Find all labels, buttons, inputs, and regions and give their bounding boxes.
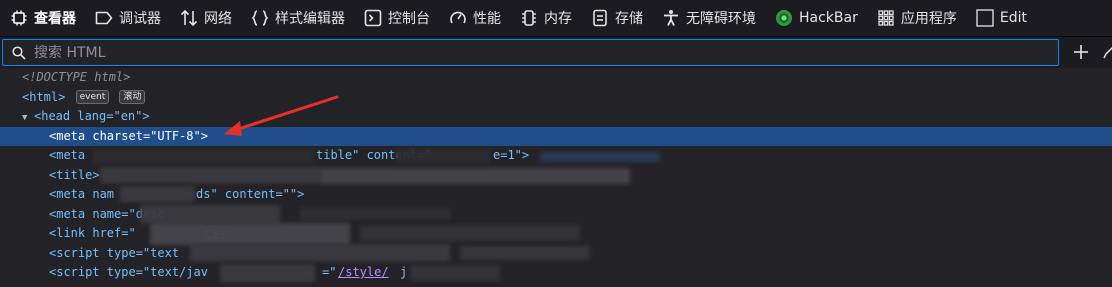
meta-attr-name: charset (92, 128, 143, 143)
title-tag: <title> (49, 167, 100, 182)
meta-attr-eq: =" (142, 128, 158, 143)
tab-label: 性能 (473, 11, 501, 27)
debugger-icon (95, 9, 113, 27)
devtools-toolbar: 查看器 调试器 网络 样式编辑器 控制台 性能 内存 存储 无障碍环境 Hack… (0, 0, 1112, 36)
meta-prefix: <meta (49, 148, 86, 162)
tab-label: 无障碍环境 (686, 11, 756, 27)
storage-icon (591, 9, 609, 27)
console-icon (364, 9, 382, 27)
redaction-blur (300, 208, 450, 220)
redaction-blur (460, 246, 590, 260)
tab-label: HackBar (799, 10, 858, 26)
redaction-blur (100, 167, 320, 183)
tab-label: 存储 (615, 11, 643, 27)
search-html-input[interactable] (32, 43, 1058, 62)
hackbar-icon (775, 9, 793, 27)
meta-suffix-end: e=1"> (493, 148, 530, 162)
tab-memory[interactable]: 内存 (510, 0, 581, 36)
eyedropper-button[interactable] (1102, 42, 1112, 62)
application-icon (877, 9, 895, 27)
tab-debugger[interactable]: 调试器 (85, 0, 170, 36)
redaction-blur (150, 223, 350, 245)
redaction-blur (540, 152, 660, 162)
redaction-blur (93, 148, 313, 164)
accessibility-icon (662, 9, 680, 27)
tab-style-editor[interactable]: 样式编辑器 (241, 0, 354, 36)
search-bar (0, 36, 1112, 68)
redaction-blur (410, 265, 500, 281)
performance-icon (449, 9, 467, 27)
redaction-blur (140, 205, 280, 223)
tab-application[interactable]: 应用程序 (867, 0, 966, 36)
markup-tree: <!DOCTYPE html> <html> event 滚动 ▼ <head l… (0, 68, 1112, 287)
link-prefix: <link href=" (49, 226, 136, 240)
tree-row-meta-charset[interactable]: <meta charset="UTF-8"> (0, 126, 1112, 146)
tab-network[interactable]: 网络 (170, 0, 241, 36)
meta-prefix: <meta nam (49, 187, 115, 201)
script-attr-eq: =" (322, 265, 337, 279)
tab-inspector[interactable]: 查看器 (0, 0, 85, 36)
redaction-blur (220, 264, 315, 282)
tab-label: 样式编辑器 (275, 11, 345, 27)
tab-hackbar[interactable]: HackBar (765, 0, 867, 36)
edit-icon (976, 9, 994, 27)
redaction-blur (360, 225, 580, 241)
redaction-blur (120, 186, 195, 202)
redaction-blur (395, 148, 490, 164)
memory-icon (520, 9, 538, 27)
script-prefix: <script type="text/jav (49, 265, 208, 279)
meta-tag-open: <meta (49, 128, 93, 143)
script-src-link[interactable]: /style/ (338, 263, 389, 283)
inspector-icon (10, 9, 28, 27)
tree-row-script[interactable]: <script type="text/jav ="/style/j (0, 263, 1112, 283)
redaction-blur (320, 168, 630, 184)
tab-performance[interactable]: 性能 (439, 0, 510, 36)
eyedropper-icon (1103, 46, 1112, 59)
add-node-button[interactable] (1070, 41, 1092, 63)
tab-label: 查看器 (34, 11, 76, 27)
tab-label: 应用程序 (900, 11, 957, 27)
search-icon (12, 45, 26, 60)
tab-label: 网络 (204, 11, 232, 27)
tab-label: 内存 (544, 11, 572, 27)
event-badge[interactable]: event (75, 89, 110, 104)
tree-row-doctype[interactable]: <!DOCTYPE html> (0, 68, 1112, 88)
tab-label: 控制台 (388, 11, 430, 27)
meta-tag-close: "> (193, 128, 208, 143)
script-prefix: <script type="text (49, 245, 180, 260)
tab-storage[interactable]: 存储 (581, 0, 652, 36)
scroll-badge[interactable]: 滚动 (119, 89, 146, 104)
tab-edit[interactable]: Edit (966, 0, 1036, 36)
network-icon (180, 9, 198, 27)
script-src-tail: j (400, 265, 408, 279)
head-open-tag: <head lang="en"> (34, 109, 150, 123)
search-field (2, 39, 1059, 66)
meta-suffix: ds" content=""> (196, 187, 305, 201)
tab-label: 调试器 (119, 11, 161, 27)
plus-icon (1074, 45, 1088, 59)
doctype-text: <!DOCTYPE html> (22, 70, 131, 84)
tab-label: Edit (999, 10, 1027, 26)
meta-attr-value: UTF-8 (157, 128, 194, 143)
tree-row-html[interactable]: <html> event 滚动 (0, 88, 1112, 108)
tab-console[interactable]: 控制台 (354, 0, 439, 36)
html-open-tag: <html> (22, 89, 66, 104)
redaction-blur (190, 244, 450, 261)
tab-accessibility[interactable]: 无障碍环境 (652, 0, 765, 36)
tree-row-head[interactable]: ▼ <head lang="en"> (0, 107, 1112, 127)
style-editor-icon (251, 9, 269, 27)
